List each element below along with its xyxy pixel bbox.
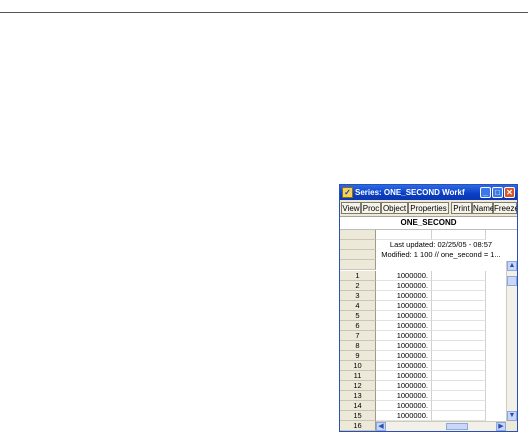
table-cell[interactable] [432,401,486,411]
table-cell[interactable]: 1000000. [376,401,432,411]
spreadsheet[interactable]: ONE_SECOND Last updated: 02/25/05 - 08:5… [340,217,517,431]
freeze-button[interactable]: Freeze [493,202,517,214]
table-cell[interactable] [432,371,486,381]
toolbar: View Proc Object Properties Print Name F… [340,201,517,217]
row-number[interactable]: 9 [340,351,376,361]
header-gutter [340,230,376,240]
resize-grip[interactable] [506,421,517,431]
row-number[interactable]: 12 [340,381,376,391]
horizontal-scroll-thumb[interactable] [446,423,468,430]
properties-button[interactable]: Properties [408,202,449,214]
row-number[interactable]: 5 [340,311,376,321]
row-number[interactable]: 7 [340,331,376,341]
table-cell[interactable] [432,341,486,351]
table-cell[interactable] [432,361,486,371]
vertical-scrollbar[interactable]: ▲ ▼ [506,261,517,421]
close-button[interactable]: ✕ [504,187,515,198]
row-number[interactable]: 11 [340,371,376,381]
table-cell[interactable] [432,281,486,291]
scroll-down-button[interactable]: ▼ [507,411,517,421]
row-number[interactable]: 8 [340,341,376,351]
horizontal-scrollbar[interactable]: ◀ ▶ [376,421,506,431]
maximize-button[interactable]: □ [492,187,503,198]
table-cell[interactable]: 1000000. [376,271,432,281]
table-cell[interactable]: 1000000. [376,411,432,421]
last-updated-text: Last updated: 02/25/05 - 08:57 [389,240,493,249]
row-number[interactable]: 15 [340,411,376,421]
table-cell[interactable]: 1000000. [376,281,432,291]
title-bar[interactable]: ✓ Series: ONE_SECOND Workfile: BA... _ □… [340,185,517,200]
name-button[interactable]: Name [472,202,494,214]
table-cell[interactable]: 1000000. [376,291,432,301]
table-cell[interactable]: 1000000. [376,381,432,391]
table-cell[interactable]: 1000000. [376,361,432,371]
table-cell[interactable] [432,381,486,391]
series-name-header: ONE_SECOND [340,217,517,230]
header-gutter [340,250,376,260]
row-number[interactable]: 13 [340,391,376,401]
table-cell[interactable] [432,301,486,311]
view-button[interactable]: View [341,202,361,214]
window-title: Series: ONE_SECOND Workfile: BA... [355,188,465,197]
row-number[interactable]: 6 [340,321,376,331]
table-cell[interactable] [432,391,486,401]
table-cell[interactable]: 1000000. [376,341,432,351]
row-number[interactable]: 4 [340,301,376,311]
row-number[interactable]: 2 [340,281,376,291]
object-button[interactable]: Object [381,202,408,214]
table-cell[interactable] [432,411,486,421]
print-button[interactable]: Print [451,202,472,214]
vertical-scroll-thumb[interactable] [507,276,517,286]
modified-text: Modified: 1 100 // one_second = 1... [381,250,501,259]
table-cell[interactable]: 1000000. [376,391,432,401]
series-window[interactable]: ✓ Series: ONE_SECOND Workfile: BA... _ □… [339,184,518,432]
top-divider [0,12,528,13]
header-cell [376,230,432,240]
header-gutter [340,240,376,250]
table-cell[interactable]: 1000000. [376,351,432,361]
table-cell[interactable]: 1000000. [376,331,432,341]
header-cell [432,230,486,240]
row-number[interactable]: 3 [340,291,376,301]
scroll-right-button[interactable]: ▶ [496,422,506,431]
table-cell[interactable]: 1000000. [376,301,432,311]
table-cell[interactable] [432,331,486,341]
scroll-left-button[interactable]: ◀ [376,422,386,431]
row-number[interactable]: 1 [340,271,376,281]
table-cell[interactable] [432,291,486,301]
row-number[interactable]: 16 [340,421,376,431]
table-cell[interactable] [432,351,486,361]
row-number[interactable]: 10 [340,361,376,371]
table-cell[interactable]: 1000000. [376,371,432,381]
proc-button[interactable]: Proc [361,202,381,214]
series-icon: ✓ [342,187,353,198]
scroll-up-button[interactable]: ▲ [507,261,517,271]
minimize-button[interactable]: _ [480,187,491,198]
table-cell[interactable] [432,311,486,321]
table-cell[interactable] [432,321,486,331]
table-cell[interactable]: 1000000. [376,311,432,321]
header-gutter [340,260,376,270]
row-number[interactable]: 14 [340,401,376,411]
table-cell[interactable] [432,271,486,281]
table-cell[interactable]: 1000000. [376,321,432,331]
